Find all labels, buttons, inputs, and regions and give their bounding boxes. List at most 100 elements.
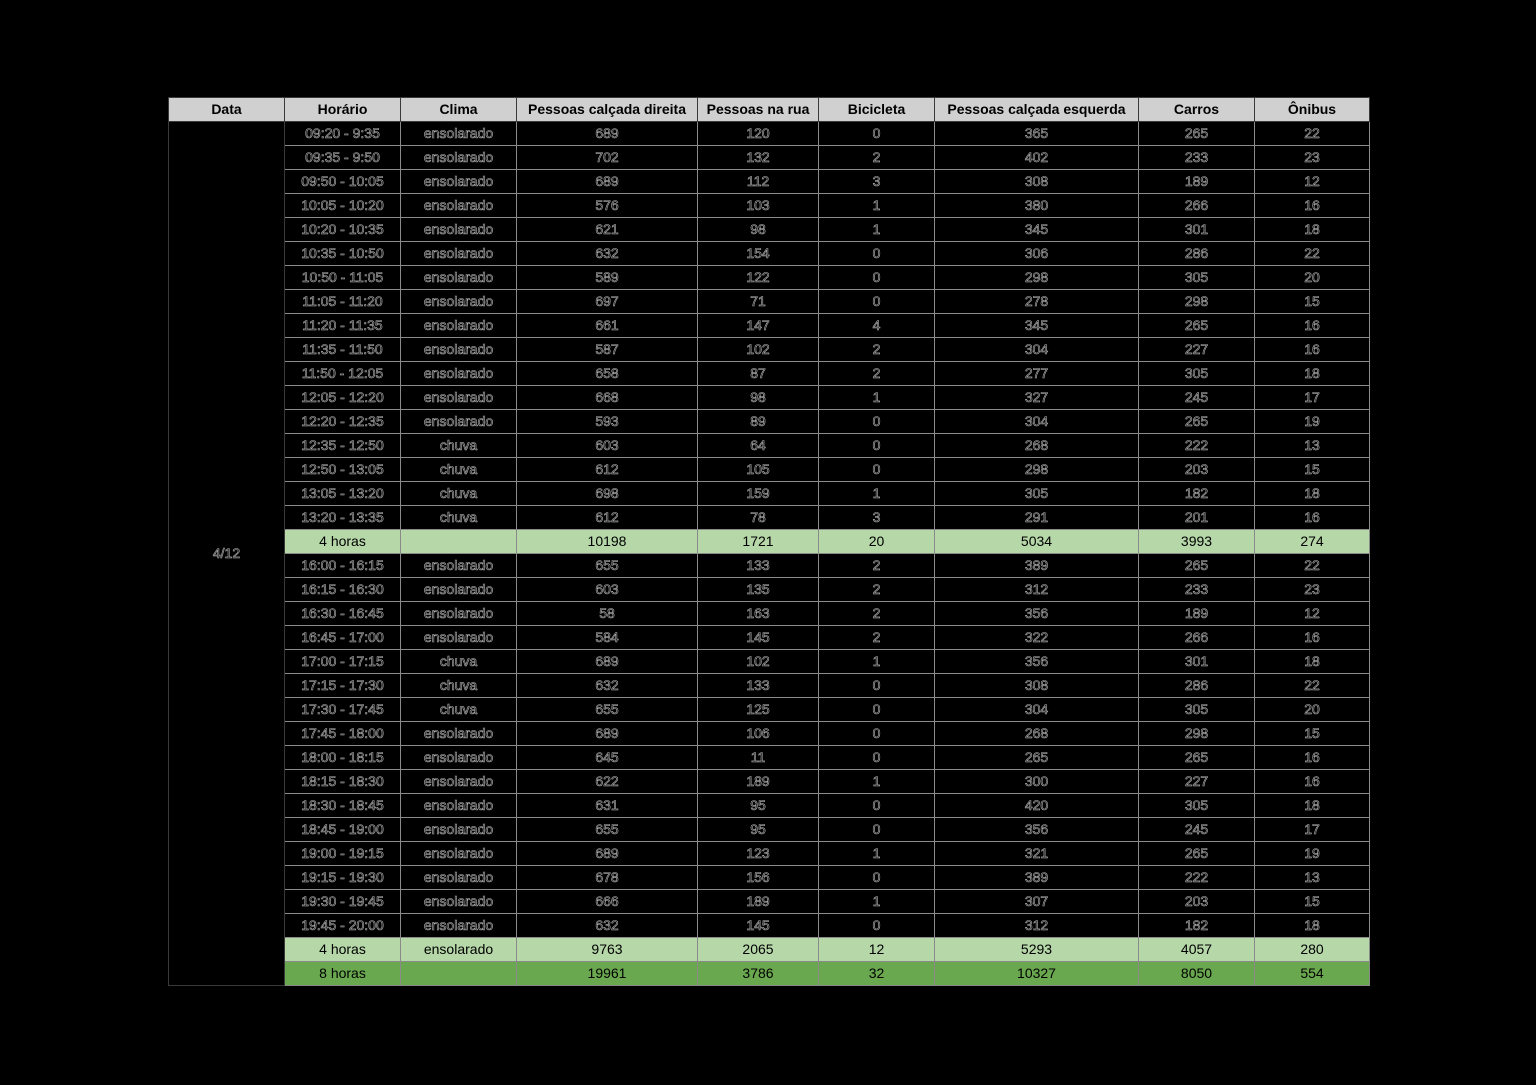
cell-horario[interactable]: 09:35 - 9:50 [284, 145, 401, 170]
cell-bicicleta[interactable]: 0 [818, 817, 935, 842]
cell-pessoas-calcada-esquerda[interactable]: 307 [934, 889, 1139, 914]
cell-pessoas-calcada-direita[interactable]: 689 [516, 721, 698, 746]
cell-bicicleta[interactable]: 2 [818, 337, 935, 362]
cell-bicicleta[interactable]: 0 [818, 241, 935, 266]
cell-pessoas-calcada-esquerda[interactable]: 402 [934, 145, 1139, 170]
cell-clima[interactable]: ensolarado [400, 121, 517, 146]
header-carros[interactable]: Carros [1138, 97, 1255, 122]
cell-bicicleta[interactable]: 20 [818, 529, 935, 554]
cell-horario[interactable]: 19:00 - 19:15 [284, 841, 401, 866]
cell-bicicleta[interactable]: 2 [818, 553, 935, 578]
cell-horario[interactable]: 11:05 - 11:20 [284, 289, 401, 314]
cell-carros[interactable]: 286 [1138, 673, 1255, 698]
cell-pessoas-na-rua[interactable]: 103 [697, 193, 819, 218]
cell-pessoas-na-rua[interactable]: 106 [697, 721, 819, 746]
cell-pessoas-calcada-direita[interactable]: 612 [516, 457, 698, 482]
cell-pessoas-calcada-esquerda[interactable]: 265 [934, 745, 1139, 770]
cell-pessoas-calcada-direita[interactable]: 697 [516, 289, 698, 314]
cell-pessoas-calcada-esquerda[interactable]: 298 [934, 265, 1139, 290]
cell-onibus[interactable]: 280 [1254, 937, 1370, 962]
cell-carros[interactable]: 305 [1138, 361, 1255, 386]
header-bicicleta[interactable]: Bicicleta [818, 97, 935, 122]
header-pessoas-calcada-direita[interactable]: Pessoas calçada direita [516, 97, 698, 122]
cell-clima[interactable]: ensolarado [400, 409, 517, 434]
cell-onibus[interactable]: 22 [1254, 241, 1370, 266]
cell-carros[interactable]: 245 [1138, 385, 1255, 410]
cell-pessoas-calcada-direita[interactable]: 612 [516, 505, 698, 530]
cell-pessoas-na-rua[interactable]: 71 [697, 289, 819, 314]
cell-carros[interactable]: 298 [1138, 289, 1255, 314]
cell-clima[interactable]: ensolarado [400, 793, 517, 818]
cell-bicicleta[interactable]: 32 [818, 961, 935, 986]
cell-bicicleta[interactable]: 0 [818, 457, 935, 482]
header-data[interactable]: Data [168, 97, 285, 122]
cell-horario[interactable]: 16:45 - 17:00 [284, 625, 401, 650]
cell-clima[interactable]: ensolarado [400, 745, 517, 770]
cell-clima[interactable]: ensolarado [400, 721, 517, 746]
cell-carros[interactable]: 265 [1138, 841, 1255, 866]
cell-horario[interactable]: 12:50 - 13:05 [284, 457, 401, 482]
cell-onibus[interactable]: 15 [1254, 721, 1370, 746]
cell-pessoas-na-rua[interactable]: 147 [697, 313, 819, 338]
cell-horario[interactable]: 19:15 - 19:30 [284, 865, 401, 890]
cell-horario[interactable]: 17:45 - 18:00 [284, 721, 401, 746]
cell-carros[interactable]: 203 [1138, 889, 1255, 914]
cell-pessoas-calcada-esquerda[interactable]: 5293 [934, 937, 1139, 962]
cell-onibus[interactable]: 274 [1254, 529, 1370, 554]
cell-horario[interactable]: 11:35 - 11:50 [284, 337, 401, 362]
cell-onibus[interactable]: 16 [1254, 745, 1370, 770]
cell-pessoas-calcada-direita[interactable]: 645 [516, 745, 698, 770]
cell-pessoas-calcada-direita[interactable]: 632 [516, 241, 698, 266]
cell-clima[interactable]: ensolarado [400, 193, 517, 218]
cell-pessoas-na-rua[interactable]: 120 [697, 121, 819, 146]
cell-horario[interactable]: 19:30 - 19:45 [284, 889, 401, 914]
cell-bicicleta[interactable]: 1 [818, 841, 935, 866]
cell-carros[interactable]: 233 [1138, 577, 1255, 602]
cell-onibus[interactable]: 18 [1254, 649, 1370, 674]
cell-pessoas-calcada-direita[interactable]: 589 [516, 265, 698, 290]
cell-carros[interactable]: 298 [1138, 721, 1255, 746]
cell-pessoas-na-rua[interactable]: 64 [697, 433, 819, 458]
cell-horario[interactable]: 18:00 - 18:15 [284, 745, 401, 770]
cell-clima[interactable]: chuva [400, 697, 517, 722]
cell-carros[interactable]: 189 [1138, 601, 1255, 626]
cell-pessoas-na-rua[interactable]: 102 [697, 649, 819, 674]
cell-onibus[interactable]: 22 [1254, 121, 1370, 146]
cell-carros[interactable]: 201 [1138, 505, 1255, 530]
cell-pessoas-na-rua[interactable]: 154 [697, 241, 819, 266]
cell-carros[interactable]: 265 [1138, 313, 1255, 338]
cell-horario[interactable]: 17:15 - 17:30 [284, 673, 401, 698]
cell-carros[interactable]: 286 [1138, 241, 1255, 266]
header-clima[interactable]: Clima [400, 97, 517, 122]
cell-horario[interactable]: 18:30 - 18:45 [284, 793, 401, 818]
cell-carros[interactable]: 189 [1138, 169, 1255, 194]
cell-clima[interactable] [400, 961, 517, 986]
cell-clima[interactable]: ensolarado [400, 769, 517, 794]
cell-pessoas-calcada-esquerda[interactable]: 278 [934, 289, 1139, 314]
cell-horario[interactable]: 4 horas [284, 529, 401, 554]
cell-bicicleta[interactable]: 12 [818, 937, 935, 962]
cell-clima[interactable]: ensolarado [400, 937, 517, 962]
cell-onibus[interactable]: 18 [1254, 793, 1370, 818]
cell-carros[interactable]: 8050 [1138, 961, 1255, 986]
cell-carros[interactable]: 266 [1138, 625, 1255, 650]
cell-pessoas-calcada-direita[interactable]: 655 [516, 553, 698, 578]
cell-bicicleta[interactable]: 1 [818, 889, 935, 914]
cell-horario[interactable]: 11:50 - 12:05 [284, 361, 401, 386]
cell-carros[interactable]: 3993 [1138, 529, 1255, 554]
cell-pessoas-calcada-esquerda[interactable]: 300 [934, 769, 1139, 794]
cell-pessoas-na-rua[interactable]: 189 [697, 769, 819, 794]
cell-pessoas-na-rua[interactable]: 145 [697, 913, 819, 938]
cell-onibus[interactable]: 19 [1254, 409, 1370, 434]
cell-horario[interactable]: 19:45 - 20:00 [284, 913, 401, 938]
cell-horario[interactable]: 11:20 - 11:35 [284, 313, 401, 338]
cell-horario[interactable]: 17:30 - 17:45 [284, 697, 401, 722]
cell-bicicleta[interactable]: 0 [818, 409, 935, 434]
cell-onibus[interactable]: 12 [1254, 601, 1370, 626]
cell-pessoas-calcada-esquerda[interactable]: 389 [934, 553, 1139, 578]
cell-clima[interactable]: ensolarado [400, 361, 517, 386]
cell-pessoas-calcada-esquerda[interactable]: 277 [934, 361, 1139, 386]
cell-pessoas-na-rua[interactable]: 11 [697, 745, 819, 770]
cell-carros[interactable]: 265 [1138, 745, 1255, 770]
header-pessoas-na-rua[interactable]: Pessoas na rua [697, 97, 819, 122]
